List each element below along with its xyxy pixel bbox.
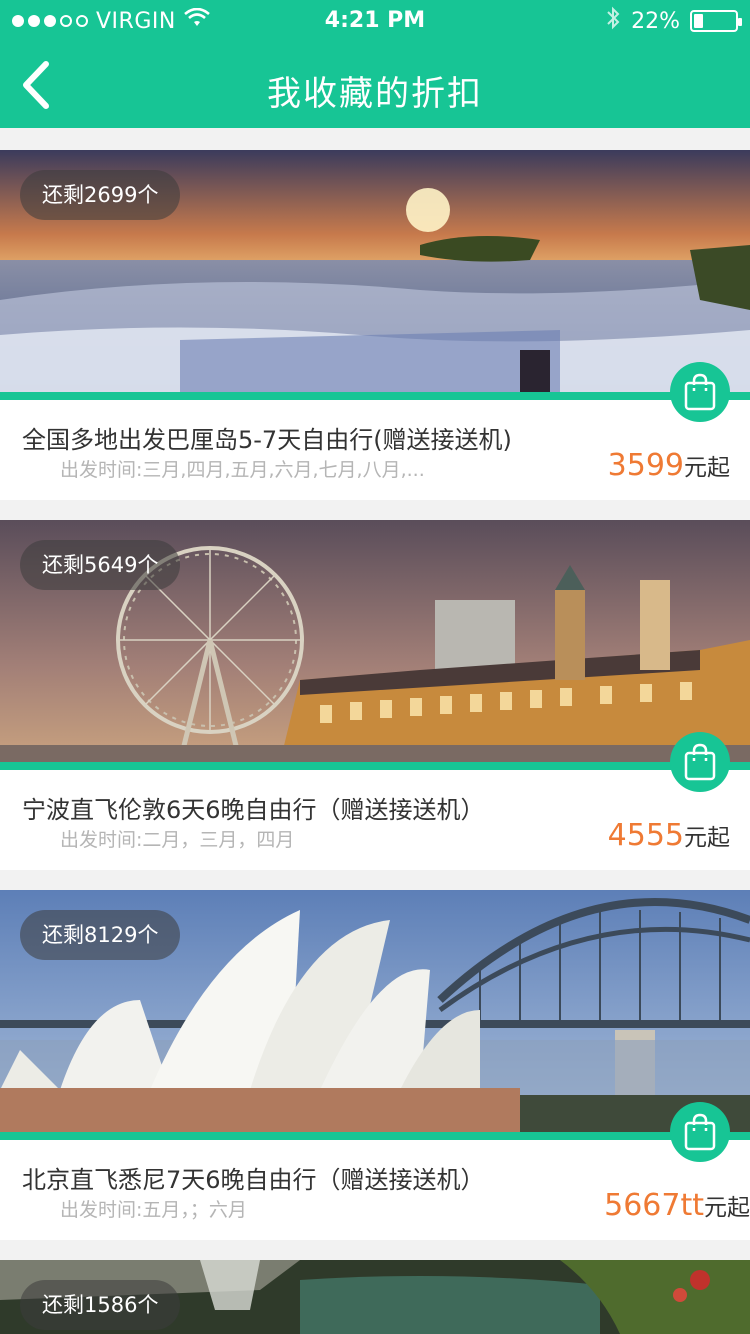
price-value: 3599 (607, 448, 684, 483)
header-bar: VIRGIN 4:21 PM 22% 我收藏的折扣 (0, 0, 750, 128)
deal-title: 全国多地出发巴厘岛5-7天自由行(赠送接送机) (22, 426, 512, 454)
remaining-badge: 还剩8129个 (20, 910, 181, 960)
shopping-bag-button[interactable] (670, 732, 730, 792)
remaining-badge: 还剩5649个 (20, 540, 181, 590)
price-value: 5667tt (604, 1188, 704, 1223)
shopping-bag-button[interactable] (670, 1102, 730, 1162)
status-right: 22% (605, 6, 742, 36)
deal-card[interactable]: 还剩1586个 (0, 1260, 750, 1334)
remaining-badge: 还剩2699个 (20, 170, 181, 220)
deal-title: 宁波直飞伦敦6天6晚自由行（赠送接送机） (22, 796, 485, 824)
price-unit: 元起 (684, 825, 730, 851)
departure-time: 出发时间:二月，三月，四月 (60, 829, 295, 851)
status-bar: VIRGIN 4:21 PM 22% (0, 0, 750, 40)
deal-card[interactable]: 还剩8129个 北京直飞悉尼7天6晚自由行（赠送接送机） 出发时间:五月，；六月… (0, 890, 750, 1240)
departure-time: 出发时间:五月，；六月 (60, 1199, 247, 1221)
deal-title: 北京直飞悉尼7天6晚自由行（赠送接送机） (22, 1166, 485, 1194)
shopping-bag-icon (684, 743, 716, 781)
remaining-badge: 还剩1586个 (20, 1280, 181, 1330)
accent-strip (0, 392, 750, 400)
accent-strip (0, 762, 750, 770)
shopping-bag-icon (684, 1113, 716, 1151)
battery-icon (690, 10, 742, 32)
accent-strip (0, 1132, 750, 1140)
price-value: 4555 (607, 818, 684, 853)
shopping-bag-icon (684, 373, 716, 411)
deal-price: 3599元起 (608, 448, 730, 483)
deal-price: 4555元起 (608, 818, 730, 853)
deal-card[interactable]: 还剩5649个 宁波直飞伦敦6天6晚自由行（赠送接送机） 出发时间:二月，三月，… (0, 520, 750, 870)
shopping-bag-button[interactable] (670, 362, 730, 422)
price-unit: 元起 (704, 1195, 750, 1221)
battery-percent: 22% (631, 8, 680, 34)
deal-card[interactable]: 还剩2699个 全国多地出发巴厘岛5-7天自由行(赠送接送机) 出发时间:三月,… (0, 150, 750, 500)
departure-time: 出发时间:三月,四月,五月,六月,七月,八月,... (60, 459, 425, 481)
bluetooth-icon (605, 6, 621, 36)
price-unit: 元起 (684, 455, 730, 481)
deal-price: 5667tt元起 (604, 1188, 750, 1223)
battery-level (694, 14, 703, 28)
page-title: 我收藏的折扣 (267, 74, 483, 114)
